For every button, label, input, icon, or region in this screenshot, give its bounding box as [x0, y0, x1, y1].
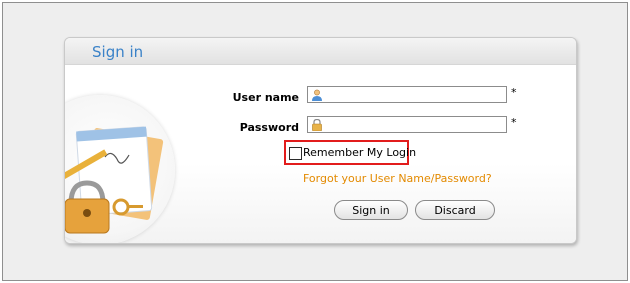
remember-login-highlight: Remember My Login [284, 140, 416, 165]
lock-icon [312, 119, 322, 131]
notepad-lock-illustration [65, 95, 175, 243]
discard-button[interactable]: Discard [415, 200, 495, 220]
password-label: Password [239, 121, 299, 134]
username-label: User name [232, 91, 299, 104]
signin-button[interactable]: Sign in [334, 200, 408, 220]
remember-login-label[interactable]: Remember My Login [303, 146, 416, 159]
remember-login-checkbox[interactable] [289, 147, 302, 160]
username-input[interactable] [326, 87, 504, 102]
forgot-credentials-link[interactable]: Forgot your User Name/Password? [303, 172, 492, 185]
panel-header: Sign in [65, 38, 576, 65]
page-title: Sign in [92, 43, 144, 61]
password-required-mark: * [511, 116, 517, 129]
notepad-lock-icon [65, 126, 164, 234]
username-required-mark: * [511, 86, 517, 99]
user-icon [312, 89, 322, 101]
username-field[interactable] [307, 86, 507, 103]
password-input[interactable] [326, 117, 504, 132]
password-field[interactable] [307, 116, 507, 133]
